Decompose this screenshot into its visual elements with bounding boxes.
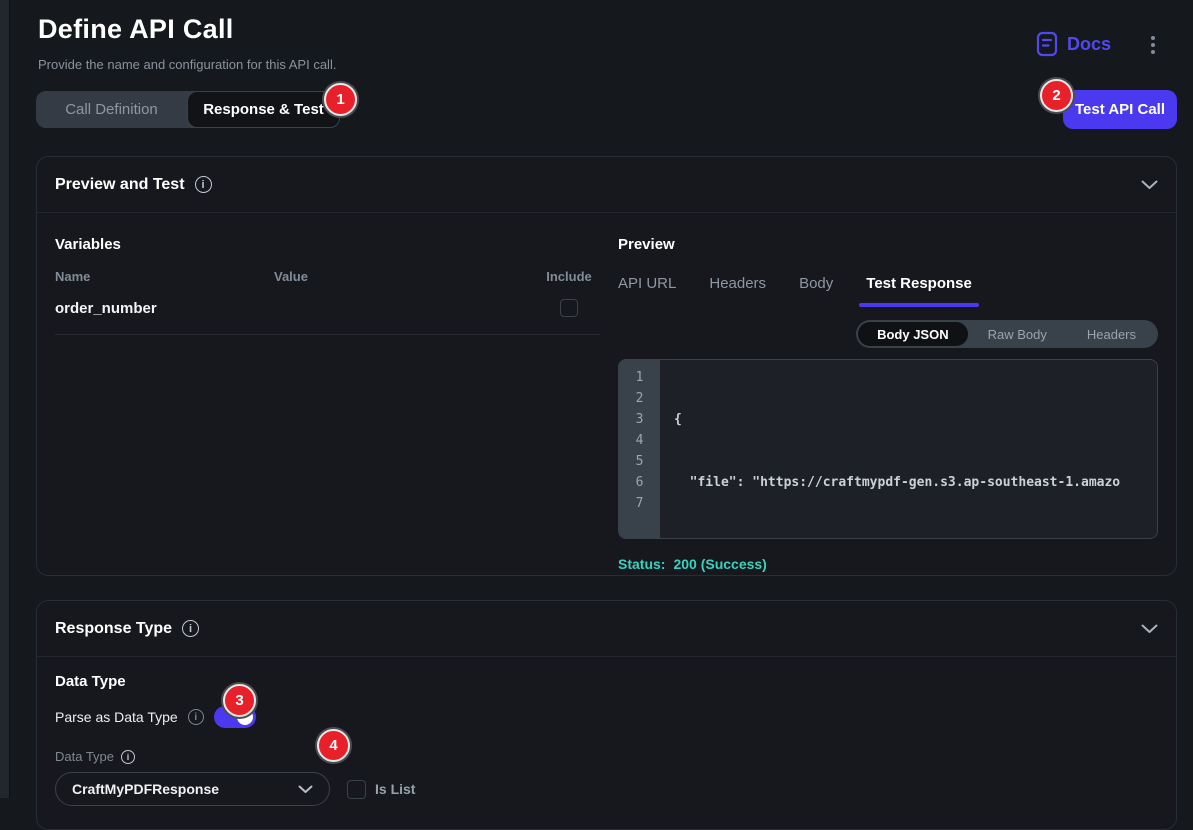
code-line-numbers: 1 2 3 4 5 6 7 — [619, 360, 660, 538]
preview-section: Preview API URL Headers Body Test Respon… — [618, 231, 1158, 572]
response-type-header: Response Type i — [37, 601, 1176, 657]
variable-row: order_number — [55, 299, 600, 317]
docs-icon — [1036, 31, 1058, 57]
is-list-checkbox[interactable] — [347, 780, 366, 799]
main-tab-group: Call Definition Response & Test — [36, 91, 340, 128]
collapse-chevron-icon[interactable] — [1141, 624, 1158, 634]
preview-and-test-header: Preview and Test i — [37, 157, 1176, 213]
subtab-raw-body[interactable]: Raw Body — [968, 322, 1067, 346]
info-icon[interactable]: i — [195, 176, 212, 193]
response-subtab-group: Body JSON Raw Body Headers — [856, 320, 1158, 348]
data-type-dropdown-value: CraftMyPDFResponse — [72, 781, 298, 797]
include-checkbox[interactable] — [560, 299, 578, 317]
response-type-title: Response Type — [55, 620, 172, 638]
annotation-step-1: 1 — [324, 83, 357, 116]
subtab-body-json[interactable]: Body JSON — [858, 322, 968, 346]
code-line: { — [674, 409, 1157, 430]
left-panel-edge — [0, 0, 10, 798]
info-icon[interactable]: i — [188, 709, 204, 725]
column-header-include: Include — [538, 269, 600, 284]
is-list-label: Is List — [375, 781, 415, 797]
annotation-step-4: 4 — [317, 729, 350, 762]
response-type-card: Response Type i Data Type Parse as Data … — [36, 600, 1177, 830]
page-title: Define API Call — [38, 14, 234, 45]
info-icon[interactable]: i — [121, 750, 135, 764]
tab-response-and-test[interactable]: Response & Test — [187, 91, 340, 128]
parse-as-data-type-label: Parse as Data Type — [55, 709, 178, 725]
preview-tab-test-response[interactable]: Test Response — [866, 275, 972, 294]
code-line: "file": "https://craftmypdf-gen.s3.ap-so… — [674, 472, 1157, 493]
kebab-menu-icon[interactable] — [1141, 33, 1165, 57]
preview-tab-body[interactable]: Body — [799, 275, 833, 294]
subtab-headers[interactable]: Headers — [1067, 322, 1156, 346]
chevron-down-icon — [298, 785, 313, 794]
collapse-chevron-icon[interactable] — [1141, 180, 1158, 190]
status-value: 200 (Success) — [673, 556, 766, 572]
row-divider — [55, 334, 600, 335]
code-content: { "file": "https://craftmypdf-gen.s3.ap-… — [660, 360, 1157, 538]
response-status: Status: 200 (Success) — [618, 556, 1158, 572]
annotation-step-2: 2 — [1040, 79, 1073, 112]
data-type-heading: Data Type — [55, 673, 1158, 690]
preview-title: Preview — [618, 236, 1158, 253]
column-header-name: Name — [55, 269, 274, 284]
data-type-field-label: Data Type — [55, 749, 114, 764]
code-line: "transaction_ref": "6a038a0f-3857-4586-8… — [674, 535, 1157, 538]
column-header-value: Value — [274, 269, 538, 284]
page-subtitle: Provide the name and configuration for t… — [38, 57, 336, 72]
docs-label: Docs — [1067, 34, 1111, 55]
data-type-dropdown[interactable]: CraftMyPDFResponse — [55, 772, 330, 806]
variables-section: Variables Name Value Include order_numbe… — [55, 231, 600, 572]
variable-name: order_number — [55, 300, 274, 317]
variables-column-headers: Name Value Include — [55, 269, 600, 284]
annotation-step-3: 3 — [223, 684, 256, 717]
variables-title: Variables — [55, 236, 600, 253]
tab-call-definition[interactable]: Call Definition — [36, 91, 187, 128]
test-api-call-button[interactable]: Test API Call — [1063, 90, 1177, 129]
preview-and-test-card: Preview and Test i Variables Name Value … — [36, 156, 1177, 576]
preview-tab-headers[interactable]: Headers — [709, 275, 766, 294]
preview-tab-bar: API URL Headers Body Test Response — [618, 275, 1158, 294]
response-code-viewer[interactable]: 1 2 3 4 5 6 7 { "file": "https://craftmy… — [618, 359, 1158, 539]
preview-tab-api-url[interactable]: API URL — [618, 275, 676, 294]
docs-link[interactable]: Docs — [1036, 30, 1111, 58]
status-label: Status: — [618, 556, 665, 572]
preview-and-test-title: Preview and Test — [55, 176, 185, 194]
info-icon[interactable]: i — [182, 620, 199, 637]
